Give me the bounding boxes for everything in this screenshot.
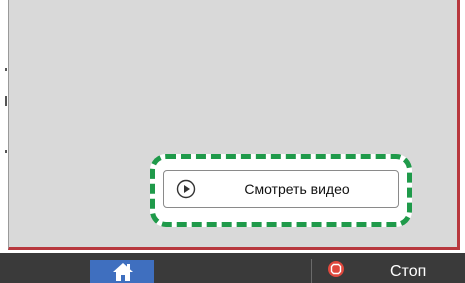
edge-tick xyxy=(5,96,7,106)
stop-button[interactable]: Стоп xyxy=(318,253,465,283)
home-icon xyxy=(113,263,133,281)
watch-video-button[interactable]: Смотреть видео xyxy=(163,170,399,208)
edge-tick xyxy=(5,68,7,71)
stop-icon xyxy=(328,261,344,277)
stop-label: Стоп xyxy=(390,263,427,280)
bottom-bar: Стоп xyxy=(0,253,465,283)
bar-divider xyxy=(311,259,312,283)
home-button[interactable] xyxy=(90,260,154,283)
watch-video-label: Смотреть видео xyxy=(244,181,350,197)
left-edge xyxy=(0,0,8,283)
play-circle-icon xyxy=(176,179,196,199)
edge-tick xyxy=(5,150,7,153)
